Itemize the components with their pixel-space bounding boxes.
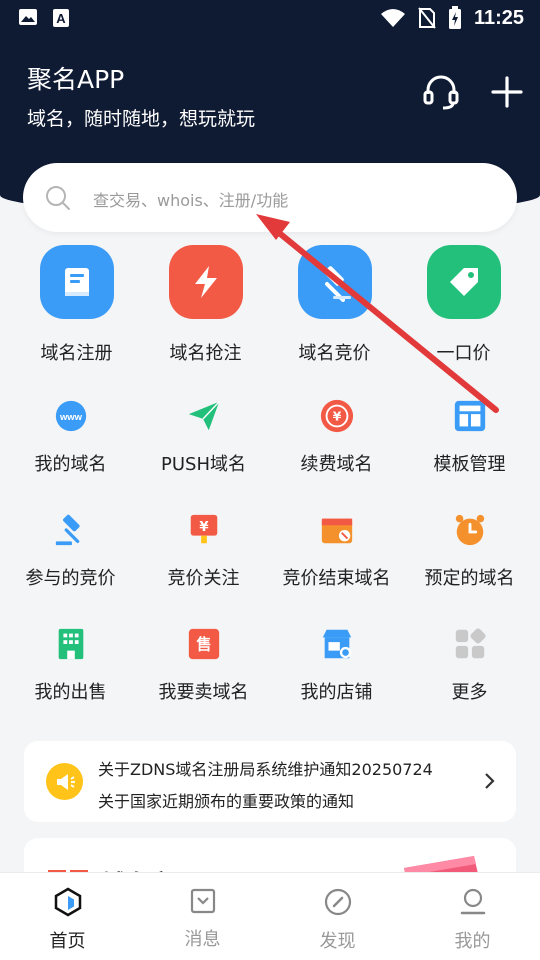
menu-item-push-domain[interactable]: PUSH域名 bbox=[137, 398, 270, 476]
www-globe-icon: www bbox=[55, 400, 86, 432]
feature-menu-grid: www 我的域名 PUSH域名 ¥ 续费域名 模板管理 参与的竞价 ¥ 竞价关注… bbox=[4, 398, 536, 704]
announcement-line[interactable]: 关于国家近期颁布的重要政策的通知 bbox=[98, 788, 354, 812]
menu-item-more[interactable]: 更多 bbox=[403, 626, 536, 704]
tab-label: 发现 bbox=[319, 931, 356, 952]
menu-item-label: 预定的域名 bbox=[424, 568, 515, 589]
clock-time: 11:25 bbox=[473, 6, 524, 29]
gallery-icon bbox=[19, 9, 37, 25]
status-bar: A 11:25 bbox=[0, 0, 540, 38]
app-subtitle: 域名，随时随地，想玩就玩 bbox=[27, 108, 256, 130]
menu-item-label: 更多 bbox=[451, 682, 488, 703]
yen-sign-icon: ¥ bbox=[190, 514, 217, 544]
wifi-icon bbox=[380, 9, 405, 27]
search-placeholder: 查交易、whois、注册/功能 bbox=[93, 191, 289, 210]
quick-action-domain-snap[interactable]: 域名抢注 bbox=[141, 245, 270, 375]
app-notification-icon: A bbox=[53, 9, 69, 27]
app-title: 聚名APP bbox=[27, 65, 125, 94]
tab-home[interactable]: 首页 bbox=[0, 873, 135, 960]
lightning-icon bbox=[168, 245, 243, 319]
building-icon bbox=[58, 628, 83, 660]
menu-item-joined-auctions[interactable]: 参与的竞价 bbox=[4, 512, 137, 590]
customer-service-headset-icon[interactable] bbox=[421, 72, 461, 112]
tab-label: 消息 bbox=[184, 929, 221, 950]
chevron-right-icon bbox=[485, 773, 495, 789]
menu-item-label: 我的店铺 bbox=[300, 682, 373, 703]
menu-item-label: 我的出售 bbox=[34, 682, 107, 703]
gavel-icon bbox=[55, 514, 80, 546]
price-tag-icon bbox=[426, 245, 501, 319]
wallet-icon bbox=[321, 518, 352, 544]
svg-text:售: 售 bbox=[196, 636, 211, 654]
menu-item-label: 模板管理 bbox=[433, 454, 506, 475]
gavel-icon bbox=[297, 245, 372, 319]
battery-charging-icon bbox=[448, 6, 461, 29]
bottom-tab-bar: 首页 消息 发现 我的 bbox=[0, 872, 540, 960]
announcement-line[interactable]: 关于ZDNS域名注册局系统维护通知20250724 bbox=[98, 756, 433, 780]
svg-text:¥: ¥ bbox=[199, 520, 209, 535]
compass-icon bbox=[324, 888, 351, 916]
tab-messages[interactable]: 消息 bbox=[135, 873, 270, 960]
tab-profile[interactable]: 我的 bbox=[405, 873, 540, 960]
megaphone-icon bbox=[46, 763, 83, 800]
quick-action-domain-auction[interactable]: 域名竞价 bbox=[270, 245, 399, 375]
menu-item-renew-domain[interactable]: ¥ 续费域名 bbox=[270, 398, 403, 476]
quick-action-domain-register[interactable]: 域名注册 bbox=[12, 245, 141, 375]
add-plus-icon[interactable] bbox=[487, 72, 527, 112]
menu-item-label: 参与的竞价 bbox=[25, 568, 116, 589]
book-icon bbox=[39, 245, 114, 319]
menu-item-label: 我的域名 bbox=[34, 454, 107, 475]
quick-action-label: 域名注册 bbox=[40, 343, 113, 364]
home-hexagon-icon bbox=[54, 887, 81, 917]
quick-actions-grid: 域名注册 域名抢注 域名竞价 一口价 bbox=[12, 245, 528, 375]
quick-action-label: 域名抢注 bbox=[169, 343, 242, 364]
menu-item-auction-watch[interactable]: ¥ 竞价关注 bbox=[137, 512, 270, 590]
menu-item-my-domains[interactable]: www 我的域名 bbox=[4, 398, 137, 476]
quick-action-label: 一口价 bbox=[436, 343, 491, 364]
menu-item-label: 竞价关注 bbox=[167, 568, 240, 589]
quick-action-label: 域名竞价 bbox=[298, 343, 371, 364]
more-grid-icon bbox=[455, 628, 486, 659]
tab-label: 首页 bbox=[49, 931, 86, 952]
menu-item-my-shop[interactable]: 我的店铺 bbox=[270, 626, 403, 704]
svg-text:¥: ¥ bbox=[332, 410, 341, 424]
user-icon bbox=[460, 888, 485, 915]
quick-action-fixed-price[interactable]: 一口价 bbox=[399, 245, 528, 375]
search-icon bbox=[46, 186, 70, 210]
yen-coin-icon: ¥ bbox=[320, 399, 353, 433]
alarm-clock-icon bbox=[455, 514, 484, 546]
template-icon bbox=[454, 400, 485, 432]
menu-item-label: 我要卖域名 bbox=[158, 682, 249, 703]
svg-text:www: www bbox=[58, 412, 82, 423]
menu-item-label: 续费域名 bbox=[300, 454, 373, 475]
tab-label: 我的 bbox=[454, 931, 491, 952]
paper-plane-icon bbox=[188, 401, 220, 431]
message-box-icon bbox=[190, 888, 215, 914]
search-bar[interactable]: 查交易、whois、注册/功能 bbox=[23, 163, 517, 232]
menu-item-template-manage[interactable]: 模板管理 bbox=[403, 398, 536, 476]
menu-item-label: PUSH域名 bbox=[161, 454, 246, 475]
announcement-card[interactable]: 关于ZDNS域名注册局系统维护通知20250724 关于国家近期颁布的重要政策的… bbox=[24, 741, 516, 822]
menu-item-label: 竞价结束域名 bbox=[282, 568, 391, 589]
menu-item-my-sales[interactable]: 我的出售 bbox=[4, 626, 137, 704]
tab-discover[interactable]: 发现 bbox=[270, 873, 405, 960]
svg-text:A: A bbox=[56, 11, 66, 26]
shop-icon bbox=[322, 629, 351, 659]
menu-item-ended-auctions[interactable]: 竞价结束域名 bbox=[270, 512, 403, 590]
sell-tag-icon: 售 bbox=[188, 628, 219, 660]
menu-item-sell-domain[interactable]: 售 我要卖域名 bbox=[137, 626, 270, 704]
menu-item-reserved-domains[interactable]: 预定的域名 bbox=[403, 512, 536, 590]
no-sim-icon bbox=[418, 7, 436, 29]
